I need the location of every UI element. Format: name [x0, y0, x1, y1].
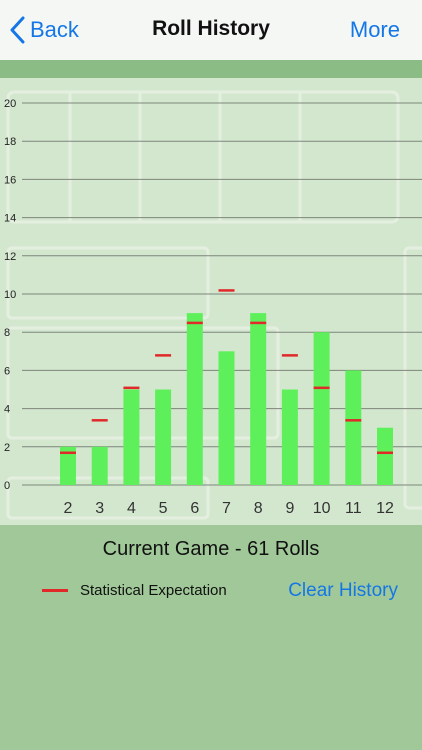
y-tick-label: 14 [4, 213, 16, 225]
bar [186, 313, 203, 485]
expectation-marker [123, 386, 140, 390]
expectation-marker [313, 386, 330, 390]
x-tick-label: 11 [345, 500, 362, 517]
x-tick-label: 9 [285, 500, 294, 517]
y-tick-label: 16 [4, 174, 16, 186]
x-tick-label: 10 [313, 500, 331, 517]
x-tick-label: 2 [64, 500, 73, 517]
roll-history-chart: 0 2 4 6 8 10 12 14 16 18 20 2 3 4 5 6 7 8 9 10 11 12 [0, 78, 422, 525]
bar [313, 332, 330, 485]
navigation-bar: Back Roll History More [0, 0, 422, 61]
x-tick-label: 7 [222, 500, 231, 517]
y-tick-label: 10 [4, 289, 16, 301]
bar [377, 427, 393, 485]
y-tick-label: 6 [4, 365, 10, 377]
game-roll-count: Current Game - 61 Rolls [102, 538, 320, 560]
expectation-marker [91, 419, 108, 422]
bar [123, 389, 140, 485]
x-tick-label: 12 [376, 500, 394, 517]
x-tick-label: 6 [190, 500, 199, 517]
y-tick-label: 8 [4, 327, 10, 339]
y-tick-label: 0 [4, 480, 10, 492]
x-tick-label: 4 [127, 500, 136, 517]
expectation-legend-label: Statistical Expectation [80, 582, 227, 599]
clear-history-button[interactable]: Clear History [288, 580, 398, 602]
expectation-marker [345, 419, 362, 422]
expectation-marker [281, 354, 298, 357]
bar [218, 351, 235, 485]
expectation-legend-swatch [42, 589, 68, 592]
legend: Statistical Expectation [42, 582, 227, 599]
expectation-marker [218, 289, 235, 292]
y-tick-label: 18 [4, 136, 16, 148]
y-tick-label: 12 [4, 251, 16, 263]
bar [250, 313, 267, 485]
expectation-marker [155, 354, 172, 357]
more-button[interactable]: More [350, 17, 400, 43]
y-tick-label: 2 [4, 442, 10, 454]
y-tick-label: 4 [4, 404, 10, 416]
y-tick-label: 20 [4, 98, 16, 110]
expectation-marker [250, 321, 267, 325]
x-tick-label: 8 [254, 500, 263, 517]
x-tick-label: 5 [159, 500, 168, 517]
header-band [0, 60, 422, 78]
bar [155, 389, 172, 485]
bar [345, 370, 362, 485]
chart-plot: 0 2 4 6 8 10 12 14 16 18 20 2 3 4 5 6 7 8 9 10 11 12 [4, 98, 422, 517]
bar [281, 389, 298, 485]
expectation-marker [377, 451, 393, 455]
x-tick-label: 3 [95, 500, 104, 517]
bar [91, 446, 108, 485]
expectation-marker [60, 451, 76, 455]
expectation-marker [186, 321, 203, 325]
